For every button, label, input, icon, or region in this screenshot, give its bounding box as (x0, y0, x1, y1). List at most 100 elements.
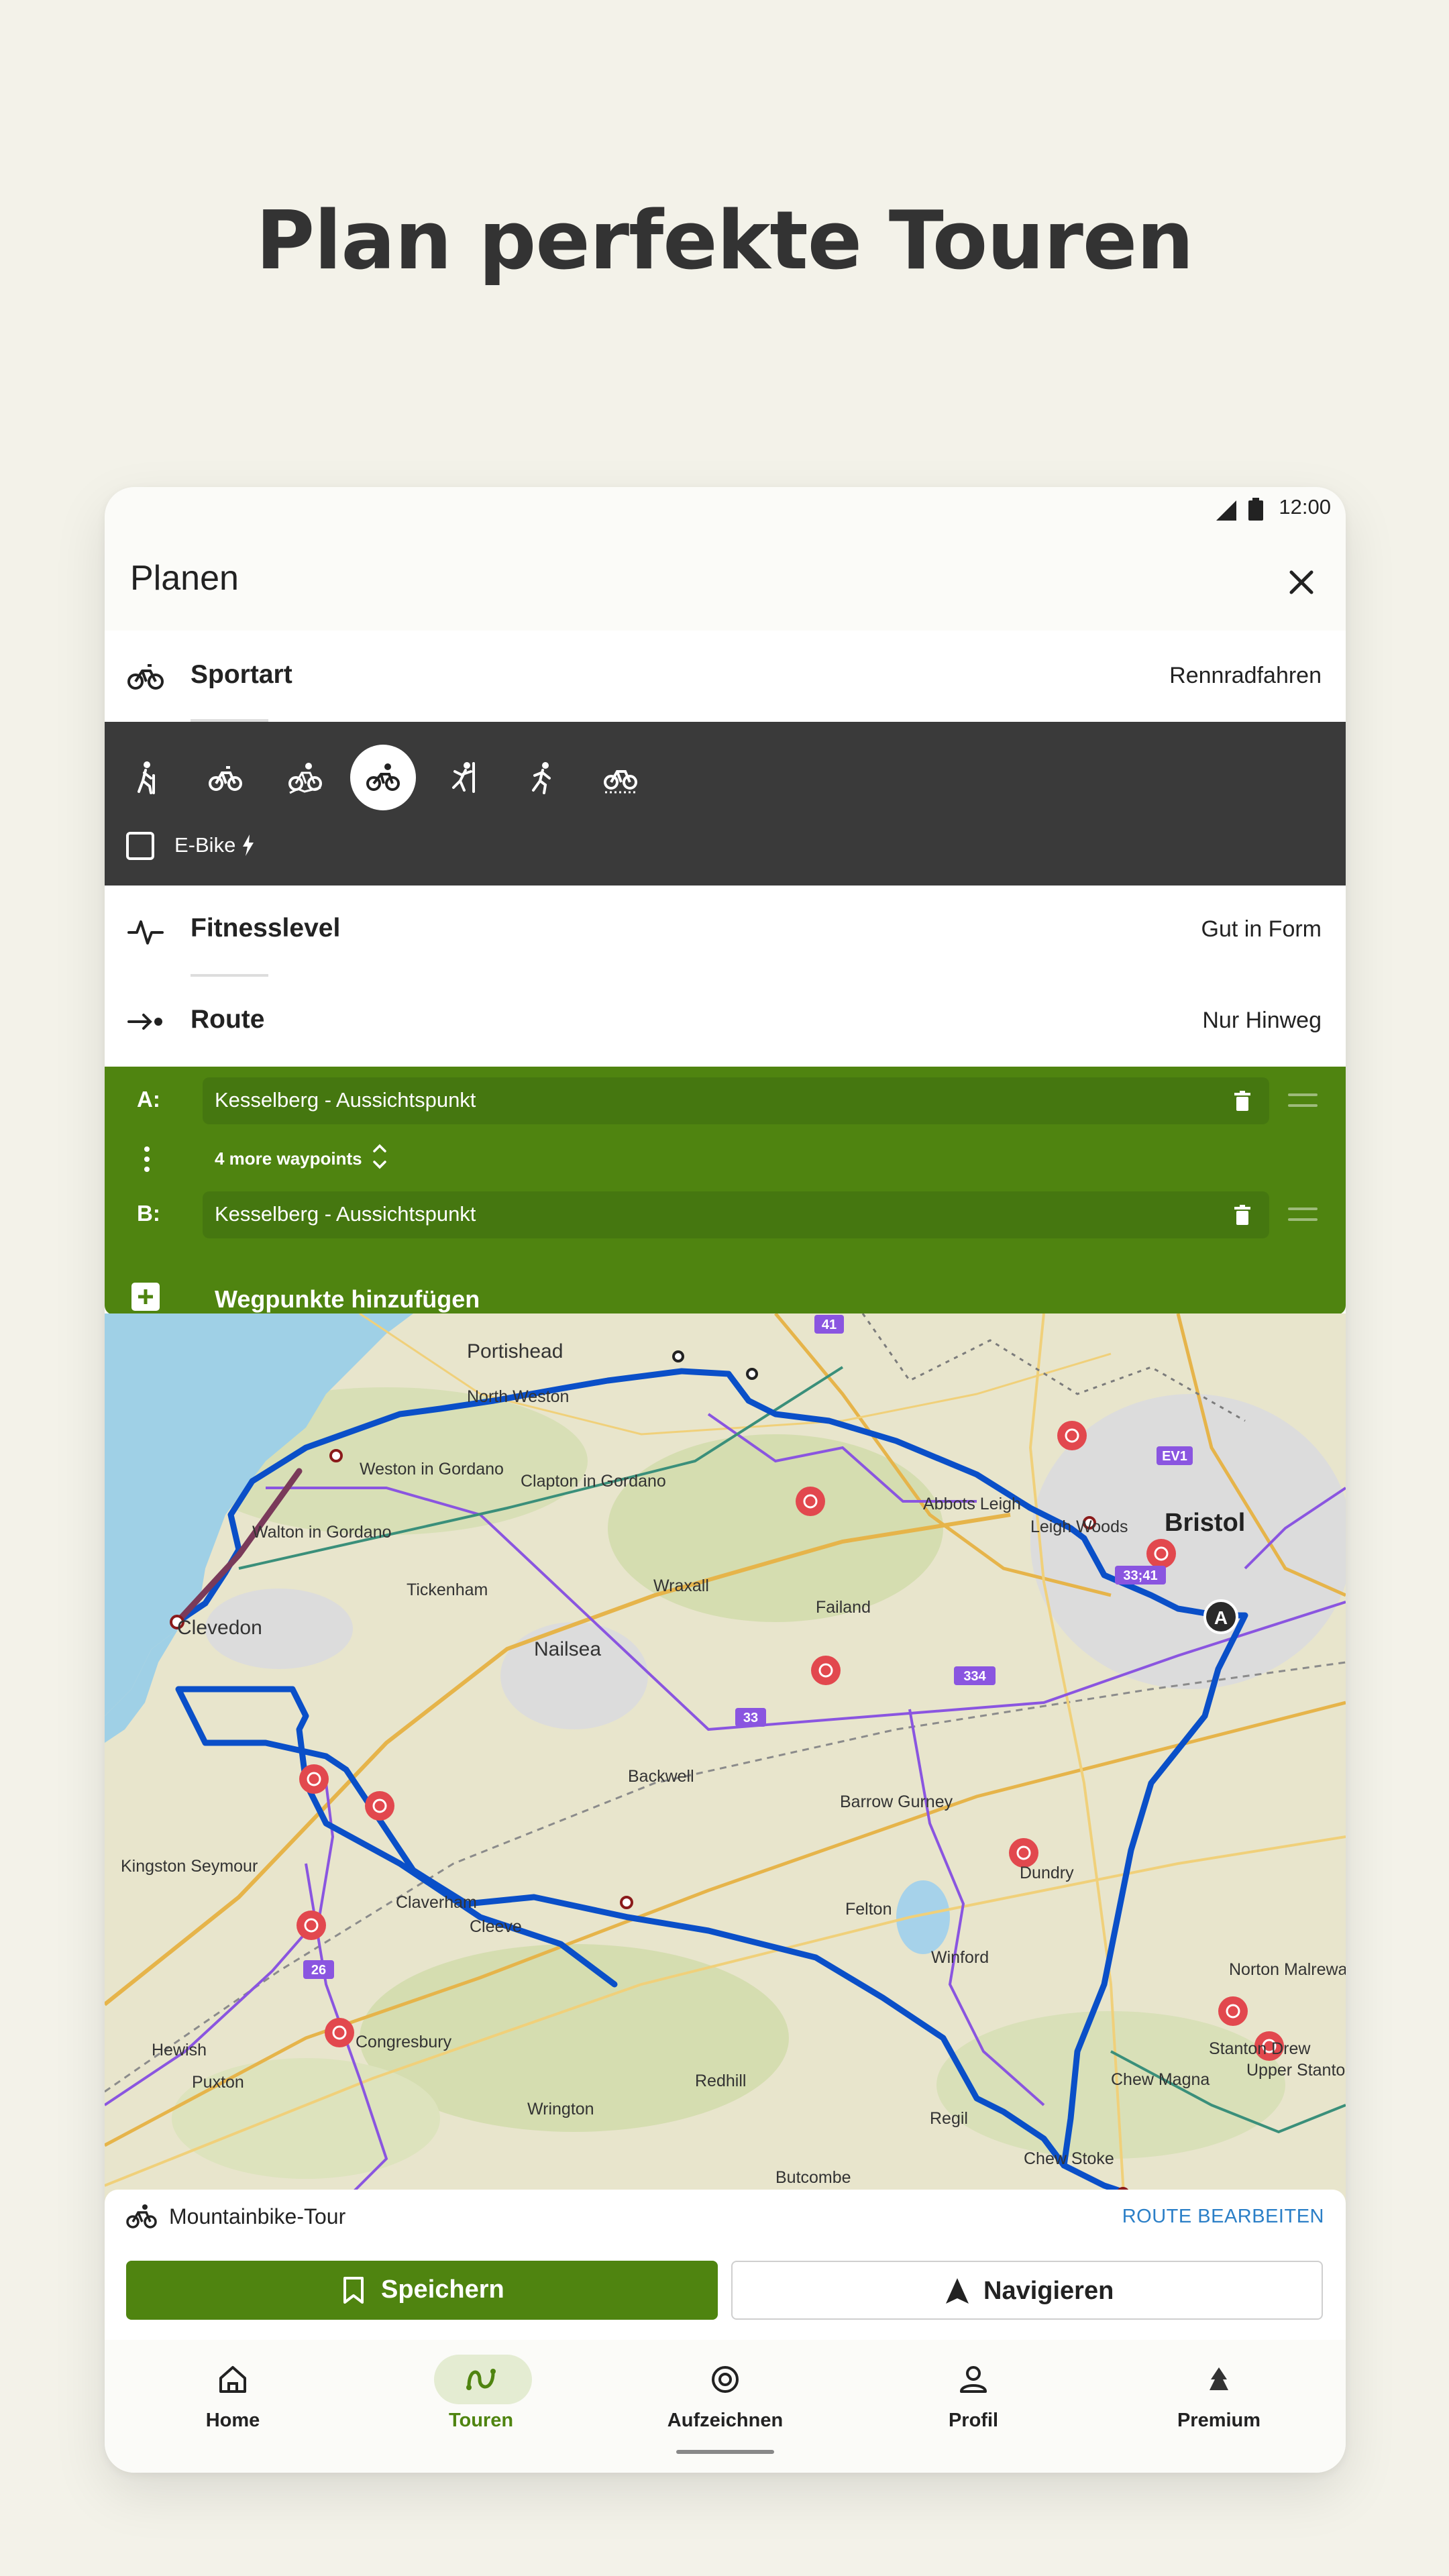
drag-handle-icon[interactable] (1288, 1093, 1318, 1115)
route-map[interactable]: 41 EV1 33;41 334 33 26 A Portishead Nort… (105, 1313, 1346, 2206)
more-vert-icon[interactable] (144, 1146, 150, 1173)
sport-type-label: Sportart (191, 660, 292, 689)
bike-poi-marker[interactable] (1218, 1996, 1248, 2026)
start-marker[interactable]: A (1214, 1607, 1228, 1628)
sport-type-row[interactable]: Sportart Rennradfahren (105, 631, 1346, 722)
nav-home[interactable]: Home (109, 2340, 357, 2440)
bike-poi-marker[interactable] (325, 2018, 354, 2047)
app-bar: Planen (105, 534, 1346, 631)
waypoint-b-field[interactable]: Kesselberg - Aussichtspunkt (203, 1191, 1269, 1238)
route-type-value: Nur Hinweg (1202, 1008, 1322, 1033)
nav-record-label: Aufzeichnen (667, 2410, 784, 2431)
nav-tours-label: Touren (448, 2410, 514, 2431)
sport-selector-panel: E-Bike (105, 722, 1346, 885)
lightning-icon (243, 835, 254, 856)
road-label: 26 (311, 1963, 326, 1978)
place-label: Leigh Woods (1030, 1517, 1128, 1536)
place-label: Clevedon (177, 1617, 262, 1639)
drag-handle-icon[interactable] (1288, 1208, 1318, 1229)
home-icon (219, 2366, 246, 2393)
nav-home-label: Home (205, 2410, 260, 2431)
waypoints-panel: A: Kesselberg - Aussichtspunkt 4 more wa… (105, 1067, 1346, 1315)
add-icon[interactable] (131, 1283, 160, 1311)
place-label: Backwell (628, 1767, 694, 1786)
mountainbike-icon (288, 763, 322, 794)
bike-poi-marker[interactable] (811, 1656, 841, 1685)
place-label: Tickenham (407, 1580, 488, 1599)
place-label: Winford (931, 1948, 989, 1967)
place-label: Regil (930, 2109, 968, 2128)
place-label: Walton in Gordano (252, 1523, 392, 1542)
nav-premium-label: Premium (1177, 2410, 1261, 2431)
place-label: Kingston Seymour (121, 1857, 258, 1876)
nav-profile[interactable]: Profil (849, 2340, 1097, 2440)
place-label: Weston in Gordano (360, 1460, 504, 1479)
place-label: Barrow Gurney (840, 1792, 953, 1811)
waypoint-b-tag: B: (137, 1201, 160, 1226)
place-label: Chew Magna (1111, 2070, 1210, 2089)
add-waypoints-button[interactable]: Wegpunkte hinzufügen (215, 1285, 480, 1313)
sport-bike-option[interactable] (193, 745, 258, 810)
hiking-icon (138, 761, 155, 794)
bike-poi-marker[interactable] (299, 1764, 329, 1794)
navigation-arrow-icon (946, 2278, 969, 2304)
ebike-checkbox[interactable] (126, 832, 154, 860)
route-type-row[interactable]: Route Nur Hinweg (105, 977, 1346, 1067)
sport-running-option[interactable] (509, 745, 575, 810)
sport-climbing-option[interactable] (431, 745, 496, 810)
place-label: Butcombe (775, 2168, 851, 2187)
navigate-button[interactable]: Navigieren (731, 2261, 1323, 2320)
place-label: Clapton in Gordano (521, 1472, 666, 1491)
map-canvas: 41 EV1 33;41 334 33 26 A Portishead Nort… (105, 1313, 1346, 2206)
more-waypoints-label[interactable]: 4 more waypoints (215, 1148, 362, 1169)
save-button[interactable]: Speichern (126, 2261, 718, 2320)
place-label: Wrington (527, 2100, 594, 2118)
road-label: 33 (743, 1711, 758, 1725)
bookmark-icon (343, 2277, 364, 2304)
page-title: Planen (130, 559, 239, 598)
place-label: Redhill (695, 2072, 746, 2090)
place-label: Wraxall (653, 1576, 709, 1595)
battery-icon (1248, 498, 1263, 521)
place-label: Chew Stoke (1024, 2149, 1114, 2168)
road-label: 334 (963, 1669, 986, 1684)
fitness-level-value: Gut in Form (1201, 916, 1322, 942)
navigate-button-label: Navigieren (983, 2277, 1114, 2305)
nav-record[interactable]: Aufzeichnen (601, 2340, 849, 2440)
sport-mountainbike-option[interactable] (272, 745, 338, 810)
trash-icon[interactable] (1234, 1205, 1250, 1225)
waypoint-a-value: Kesselberg - Aussichtspunkt (215, 1088, 476, 1112)
page-headline: Plan perfekte Touren (256, 195, 1193, 288)
status-time: 12:00 (1279, 495, 1331, 519)
place-label: Stanton Drew (1209, 2039, 1311, 2058)
place-label: Puxton (192, 2073, 244, 2092)
bike-poi-marker[interactable] (297, 1911, 326, 1940)
bike-poi-marker[interactable] (796, 1487, 825, 1516)
sport-roadbike-option[interactable] (350, 745, 416, 810)
place-label: Nailsea (534, 1638, 601, 1660)
profile-icon (960, 2366, 987, 2393)
bike-poi-marker[interactable] (1146, 1539, 1176, 1568)
nav-premium[interactable]: Premium (1095, 2340, 1343, 2440)
expand-icon[interactable] (372, 1142, 388, 1171)
waypoint-b-value: Kesselberg - Aussichtspunkt (215, 1202, 476, 1226)
sport-hiking-option[interactable] (113, 745, 179, 810)
place-label: Norton Malreward (1229, 1960, 1346, 1979)
fitness-level-row[interactable]: Fitnesslevel Gut in Form (105, 885, 1346, 977)
close-icon[interactable] (1281, 562, 1322, 602)
fitness-level-label: Fitnesslevel (191, 914, 341, 943)
waypoint-a-field[interactable]: Kesselberg - Aussichtspunkt (203, 1077, 1269, 1124)
place-label: Failand (816, 1598, 871, 1617)
place-label: Congresbury (356, 2033, 452, 2051)
edit-route-link[interactable]: ROUTE BEARBEITEN (1122, 2206, 1324, 2228)
ebike-label: E-Bike (174, 833, 236, 857)
place-label: Felton (845, 1900, 892, 1919)
bike-poi-marker[interactable] (1057, 1421, 1087, 1450)
bike-poi-marker[interactable] (365, 1791, 394, 1821)
place-label: Bristol (1165, 1509, 1245, 1537)
record-icon (712, 2366, 739, 2393)
nav-tours[interactable]: Touren (357, 2340, 605, 2440)
sport-gravel-option[interactable] (588, 745, 653, 810)
trash-icon[interactable] (1234, 1091, 1250, 1111)
place-label: Hewish (152, 2041, 207, 2059)
